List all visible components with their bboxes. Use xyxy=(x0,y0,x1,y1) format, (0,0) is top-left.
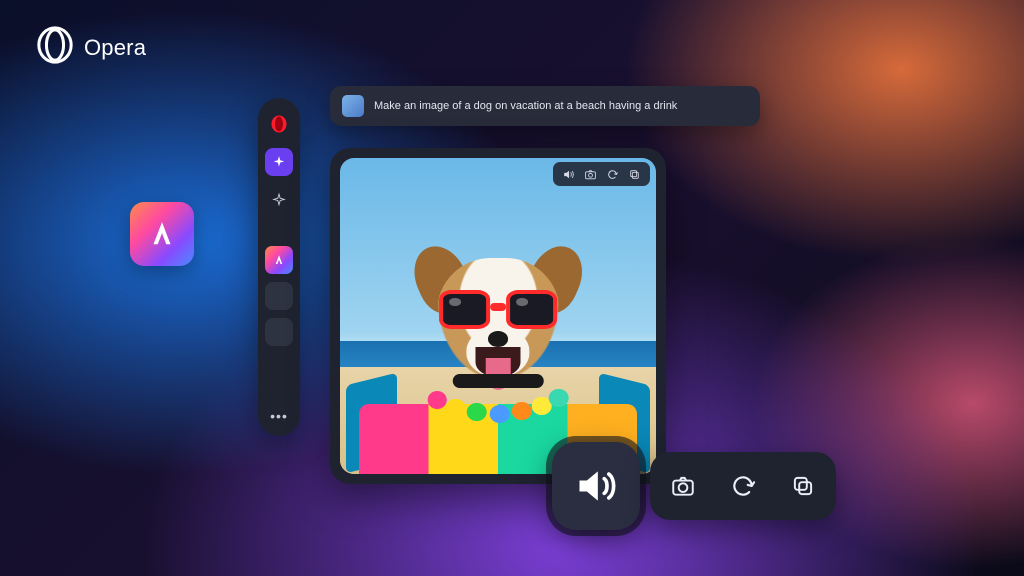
sidebar-item-opera[interactable] xyxy=(265,110,293,138)
opera-logo-text: Opera xyxy=(84,35,146,61)
sidebar-item-sparkle[interactable] xyxy=(265,186,293,214)
sidebar-slot-2[interactable] xyxy=(265,318,293,346)
camera-icon[interactable] xyxy=(584,168,597,181)
prompt-bar[interactable]: Make an image of a dog on vacation at a … xyxy=(330,86,760,126)
sound-icon[interactable] xyxy=(562,168,575,181)
image-result-card xyxy=(330,148,666,484)
opera-logo: Opera xyxy=(36,26,146,69)
sound-button[interactable] xyxy=(552,442,640,530)
prompt-avatar-icon xyxy=(342,95,364,117)
sidebar-more-button[interactable]: ••• xyxy=(270,408,288,424)
copy-icon[interactable] xyxy=(628,168,641,181)
card-mini-toolbar xyxy=(553,162,650,186)
sidebar-slot-1[interactable] xyxy=(265,282,293,310)
sidebar-item-ai[interactable] xyxy=(265,148,293,176)
action-toolbar xyxy=(552,442,836,530)
sidebar: ••• xyxy=(258,98,300,436)
refresh-button[interactable] xyxy=(728,471,758,501)
refresh-icon[interactable] xyxy=(606,168,619,181)
action-toolbar-rest xyxy=(650,452,836,520)
opera-logo-icon xyxy=(36,26,74,69)
prompt-text: Make an image of a dog on vacation at a … xyxy=(374,100,677,112)
sidebar-item-aria[interactable] xyxy=(265,246,293,274)
aria-app-icon[interactable] xyxy=(130,202,194,266)
copy-button[interactable] xyxy=(788,471,818,501)
generated-image[interactable] xyxy=(340,158,656,474)
camera-button[interactable] xyxy=(668,471,698,501)
